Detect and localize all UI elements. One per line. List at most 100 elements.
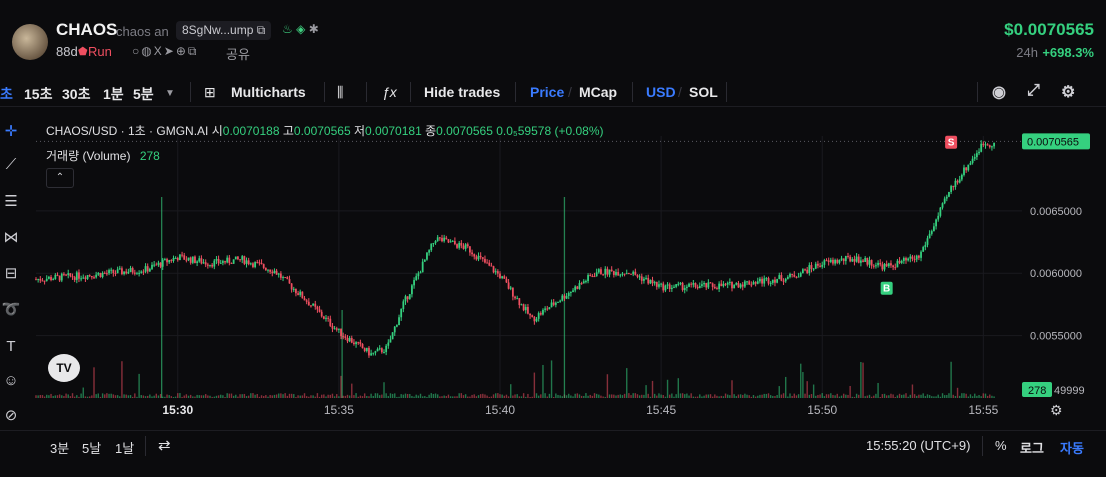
volume-bar — [78, 396, 80, 398]
volume-bar — [86, 396, 89, 398]
volume-bar — [123, 394, 125, 398]
candle-body — [221, 261, 224, 263]
volume-bar — [705, 394, 707, 398]
candle-body — [986, 144, 989, 146]
y-tick-label: 49999 — [1054, 385, 1085, 397]
volume-bar — [303, 393, 306, 398]
volume-bar — [737, 394, 740, 398]
volume-bar — [722, 396, 725, 398]
log-toggle[interactable]: 로그 — [1020, 438, 1044, 457]
volume-bar — [50, 393, 52, 398]
volume-bar — [488, 396, 490, 398]
volume-bar — [911, 384, 914, 398]
candle-body — [945, 196, 948, 199]
candle-body — [337, 328, 340, 330]
volume-bar — [875, 393, 877, 398]
volume-bar — [381, 394, 383, 398]
volume-bar — [104, 394, 106, 398]
volume-bar — [409, 393, 411, 398]
candle-body — [988, 145, 991, 148]
volume-bar — [263, 396, 265, 398]
volume-bar — [235, 394, 237, 398]
candle-body — [469, 246, 471, 253]
volume-bar — [935, 396, 937, 398]
candle-body — [183, 255, 186, 260]
volume-bar — [718, 396, 720, 398]
volume-bar — [443, 395, 445, 398]
candle-body — [252, 263, 254, 267]
candle-body — [112, 269, 115, 274]
candle-body — [329, 318, 332, 326]
volume-bar — [344, 395, 347, 398]
volume-bar — [834, 395, 836, 398]
x-tick-label: 15:30 — [162, 403, 193, 417]
volume-bar — [550, 360, 553, 398]
range-3m[interactable]: 3분 — [50, 438, 69, 457]
candle-body — [885, 263, 888, 267]
candle-body — [754, 282, 757, 284]
candle-body — [771, 279, 774, 283]
volume-bar — [108, 393, 110, 398]
volume-bar — [849, 385, 851, 398]
candle-body — [314, 303, 317, 307]
volume-bar — [621, 395, 624, 398]
volume-bar — [301, 395, 304, 398]
volume-label: 거래량 (Volume) — [46, 149, 131, 163]
volume-bar — [931, 396, 933, 398]
candle-body — [866, 258, 869, 265]
candle-body — [486, 262, 489, 264]
candle-body — [887, 263, 890, 267]
candle-body — [305, 300, 308, 302]
volume-bar — [585, 393, 587, 398]
auto-toggle[interactable]: 자동 — [1060, 438, 1084, 457]
candle-body — [735, 283, 738, 285]
volume-bar — [946, 395, 948, 398]
volume-bar — [641, 394, 643, 398]
candle-body — [627, 273, 630, 275]
candle-body — [948, 191, 950, 197]
candle-body — [237, 256, 239, 260]
volume-bar — [458, 393, 460, 398]
volume-bar — [447, 394, 450, 398]
volume-bar — [894, 396, 896, 398]
collapse-legend-button[interactable]: ⌃ — [46, 168, 74, 188]
volume-bar — [245, 396, 248, 398]
volume-bar — [954, 395, 957, 398]
candle-body — [389, 339, 392, 343]
candle-body — [980, 143, 983, 152]
volume-bar — [853, 396, 856, 398]
volume-bar — [127, 395, 130, 398]
volume-bar — [965, 393, 967, 398]
volume-bar — [604, 396, 606, 398]
candle-body — [552, 302, 555, 305]
volume-bar — [739, 394, 742, 398]
axis-settings-icon[interactable]: ⚙ — [1050, 402, 1063, 419]
volume-bar — [116, 395, 119, 398]
range-5d[interactable]: 5날 — [82, 438, 101, 457]
volume-bar — [976, 395, 978, 398]
candle-body — [511, 287, 514, 297]
candle-body — [239, 259, 241, 261]
percent-toggle[interactable]: % — [995, 438, 1007, 453]
price-chart[interactable]: 15:30 15:35 15:40 15:45 15:50 15:55 0.0065000… — [0, 0, 1106, 476]
date-range-icon[interactable]: ⇄ — [158, 436, 171, 454]
candle-body — [924, 244, 927, 248]
candle-body — [748, 281, 751, 285]
volume-bar — [144, 396, 147, 398]
clock-time[interactable]: 15:55:20 (UTC+9) — [866, 438, 970, 453]
volume-bar — [948, 393, 950, 398]
volume-bar — [65, 393, 67, 398]
range-1d[interactable]: 1날 — [115, 438, 134, 457]
x-tick-label: 15:40 — [485, 403, 515, 417]
candle-body — [368, 347, 370, 356]
volume-bar — [772, 395, 774, 398]
volume-bar — [185, 394, 188, 398]
volume-bar — [529, 396, 531, 398]
candle-body — [342, 336, 345, 338]
volume-bar — [843, 393, 845, 398]
volume-bar — [372, 395, 374, 398]
volume-bar — [56, 395, 59, 398]
volume-bar — [232, 395, 235, 398]
volume-bar — [140, 395, 142, 398]
volume-bar — [361, 396, 364, 398]
